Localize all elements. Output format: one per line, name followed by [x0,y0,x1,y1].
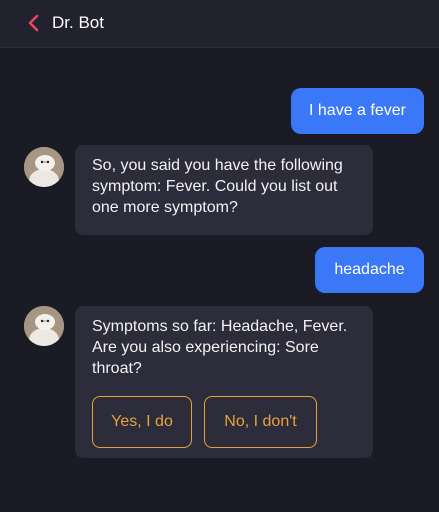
user-message: I have a fever [291,88,424,134]
bot-message-text: Symptoms so far: Headache, Fever. Are yo… [92,318,348,377]
header-bar: Dr. Bot [0,0,439,48]
bot-avatar-image [24,147,64,187]
avatar [24,306,64,346]
chevron-left-icon [28,14,39,32]
chat-screen: Dr. Bot I have a fever So, you said you … [0,0,439,512]
back-button[interactable] [22,12,46,36]
page-title: Dr. Bot [52,13,104,32]
bot-avatar-image [24,306,64,346]
quick-reply-options: Yes, I do No, I don't [92,396,317,448]
avatar [24,147,64,187]
user-message: headache [315,247,424,293]
bot-message: So, you said you have the following symp… [75,145,373,235]
no-button[interactable]: No, I don't [204,396,317,448]
bot-message: Symptoms so far: Headache, Fever. Are yo… [75,306,373,458]
chat-area[interactable]: I have a fever So, you said you have the… [0,56,439,512]
yes-button[interactable]: Yes, I do [92,396,192,448]
bot-message-text: So, you said you have the following symp… [92,157,343,216]
